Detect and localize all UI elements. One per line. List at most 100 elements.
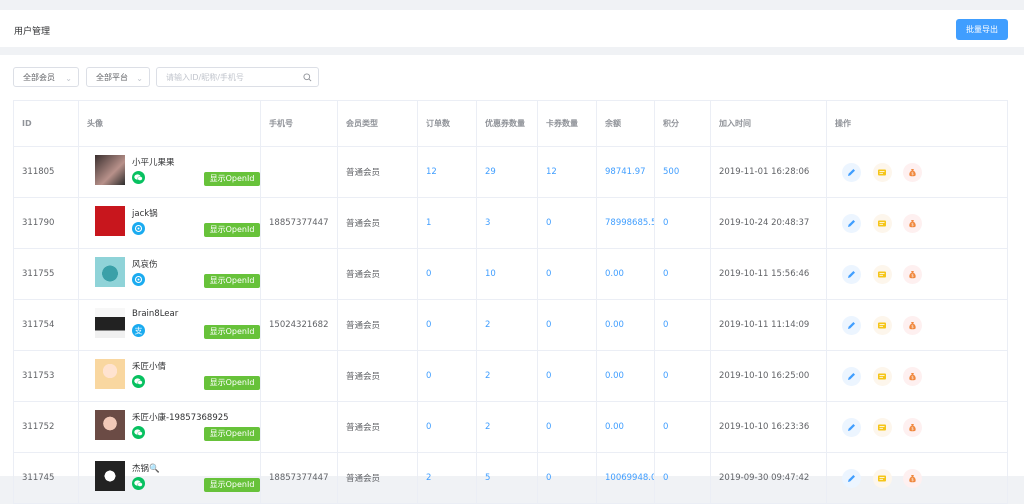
balance-button[interactable]: $: [903, 316, 922, 335]
pencil-icon: [848, 475, 855, 482]
balance-link[interactable]: 0.00: [596, 248, 655, 300]
money-bag-icon: $: [909, 322, 916, 330]
order-count-link[interactable]: 0: [417, 248, 477, 300]
show-openid-button[interactable]: 显示OpenId: [204, 427, 260, 441]
svg-text:$: $: [911, 477, 914, 482]
actions-cell: $: [826, 146, 1008, 198]
actions-cell: $: [826, 452, 1008, 504]
balance-button[interactable]: $: [903, 214, 922, 233]
order-count-link[interactable]: 12: [417, 146, 477, 198]
show-openid-button[interactable]: 显示OpenId: [204, 478, 260, 492]
coupon-count-link[interactable]: 2: [476, 299, 538, 351]
avatar: [95, 359, 125, 389]
edit-button[interactable]: [842, 469, 861, 488]
coupon-button[interactable]: [873, 367, 892, 386]
card-count-link[interactable]: 0: [537, 401, 597, 453]
column-header-coupons-label: 优惠券数量: [485, 119, 525, 128]
table-row: 311753 禾匠小倩 显示OpenId 普通会员 0 2 0 0.00 0 2019-10-10…: [13, 350, 1008, 402]
search-input[interactable]: [166, 71, 296, 83]
edit-button[interactable]: [842, 418, 861, 437]
pencil-icon: [848, 373, 855, 380]
points-link[interactable]: 0: [654, 350, 711, 402]
card-count-link[interactable]: 0: [537, 299, 597, 351]
show-openid-button[interactable]: 显示OpenId: [204, 376, 260, 390]
user-id: 311755: [13, 248, 79, 300]
user-nickname: Brain8Lear: [132, 309, 179, 319]
table-row: 311752 禾匠小康-19857368925 显示OpenId 普通会员 0 2 0 0.0…: [13, 401, 1008, 453]
order-count-link[interactable]: 0: [417, 350, 477, 402]
coupon-icon: [878, 271, 886, 278]
user-id: 311805: [13, 146, 79, 198]
points-link[interactable]: 500: [654, 146, 711, 198]
coupon-count-link[interactable]: 29: [476, 146, 538, 198]
avatar-cell: 小平儿果果显示OpenId: [78, 146, 261, 198]
batch-export-button[interactable]: 批量导出: [956, 19, 1008, 40]
edit-button[interactable]: [842, 214, 861, 233]
show-openid-button[interactable]: 显示OpenId: [204, 223, 260, 237]
balance-link[interactable]: 78998685.5: [596, 197, 655, 249]
edit-button[interactable]: [842, 316, 861, 335]
balance-button[interactable]: $: [903, 418, 922, 437]
edit-button[interactable]: [842, 163, 861, 182]
avatar-cell: Brain8Lear 支 显示OpenId: [78, 299, 261, 351]
coupon-button[interactable]: [873, 316, 892, 335]
card-count-link[interactable]: 12: [537, 146, 597, 198]
avatar-container: 禾匠小康-19857368925 显示OpenId: [87, 403, 260, 452]
coupon-button[interactable]: [873, 418, 892, 437]
balance-link[interactable]: 98741.97: [596, 146, 655, 198]
coupon-count-link[interactable]: 10: [476, 248, 538, 300]
pencil-icon: [848, 169, 855, 176]
points-link[interactable]: 0: [654, 452, 711, 504]
order-count-link[interactable]: 1: [417, 197, 477, 249]
coupon-count-link[interactable]: 2: [476, 350, 538, 402]
member-type-select[interactable]: 全部会员 ⌄: [13, 67, 79, 87]
edit-button[interactable]: [842, 367, 861, 386]
card-count-link[interactable]: 0: [537, 197, 597, 249]
chevron-down-icon: ⌄: [65, 74, 72, 83]
join-time: 2019-09-30 09:47:42: [710, 452, 827, 504]
order-count-link[interactable]: 0: [417, 401, 477, 453]
edit-button[interactable]: [842, 265, 861, 284]
points-link[interactable]: 0: [654, 299, 711, 351]
balance-button[interactable]: $: [903, 163, 922, 182]
user-phone: [260, 146, 338, 198]
coupon-button[interactable]: [873, 163, 892, 182]
balance-link[interactable]: 0.00: [596, 299, 655, 351]
coupon-button[interactable]: [873, 214, 892, 233]
balance-button[interactable]: $: [903, 367, 922, 386]
coupon-count-link[interactable]: 3: [476, 197, 538, 249]
points-link[interactable]: 0: [654, 197, 711, 249]
avatar: [95, 410, 125, 440]
row-actions: $: [835, 148, 1007, 197]
card-count-link[interactable]: 0: [537, 248, 597, 300]
show-openid-button[interactable]: 显示OpenId: [204, 325, 260, 339]
coupon-count-link[interactable]: 5: [476, 452, 538, 504]
points-link[interactable]: 0: [654, 401, 711, 453]
join-time: 2019-10-10 16:23:36: [710, 401, 827, 453]
user-nickname: 杰锅🔍: [132, 464, 160, 474]
points-link[interactable]: 0: [654, 248, 711, 300]
card-count-link[interactable]: 0: [537, 350, 597, 402]
order-count-link[interactable]: 2: [417, 452, 477, 504]
column-header-cards: 卡券数量: [537, 100, 597, 147]
coupon-button[interactable]: [873, 265, 892, 284]
chevron-down-icon: ⌄: [136, 74, 143, 83]
user-nickname: 小平儿果果: [132, 158, 175, 168]
platform-select[interactable]: 全部平台 ⌄: [86, 67, 150, 87]
coupon-button[interactable]: [873, 469, 892, 488]
balance-link[interactable]: 0.00: [596, 350, 655, 402]
show-openid-button[interactable]: 显示OpenId: [204, 274, 260, 288]
row-actions: $: [835, 199, 1007, 248]
order-count-link[interactable]: 0: [417, 299, 477, 351]
balance-link[interactable]: 0.00: [596, 401, 655, 453]
member-type: 普通会员: [337, 350, 418, 402]
user-list-panel: 全部会员 ⌄ 全部平台 ⌄ ID 头像 手机号 会员类型 订单数 优惠券数量: [0, 55, 1024, 504]
balance-link[interactable]: 10069948.0: [596, 452, 655, 504]
coupon-count-link[interactable]: 2: [476, 401, 538, 453]
search-icon[interactable]: [303, 73, 312, 85]
balance-button[interactable]: $: [903, 265, 922, 284]
balance-button[interactable]: $: [903, 469, 922, 488]
avatar: [95, 257, 125, 287]
card-count-link[interactable]: 0: [537, 452, 597, 504]
show-openid-button[interactable]: 显示OpenId: [204, 172, 260, 186]
